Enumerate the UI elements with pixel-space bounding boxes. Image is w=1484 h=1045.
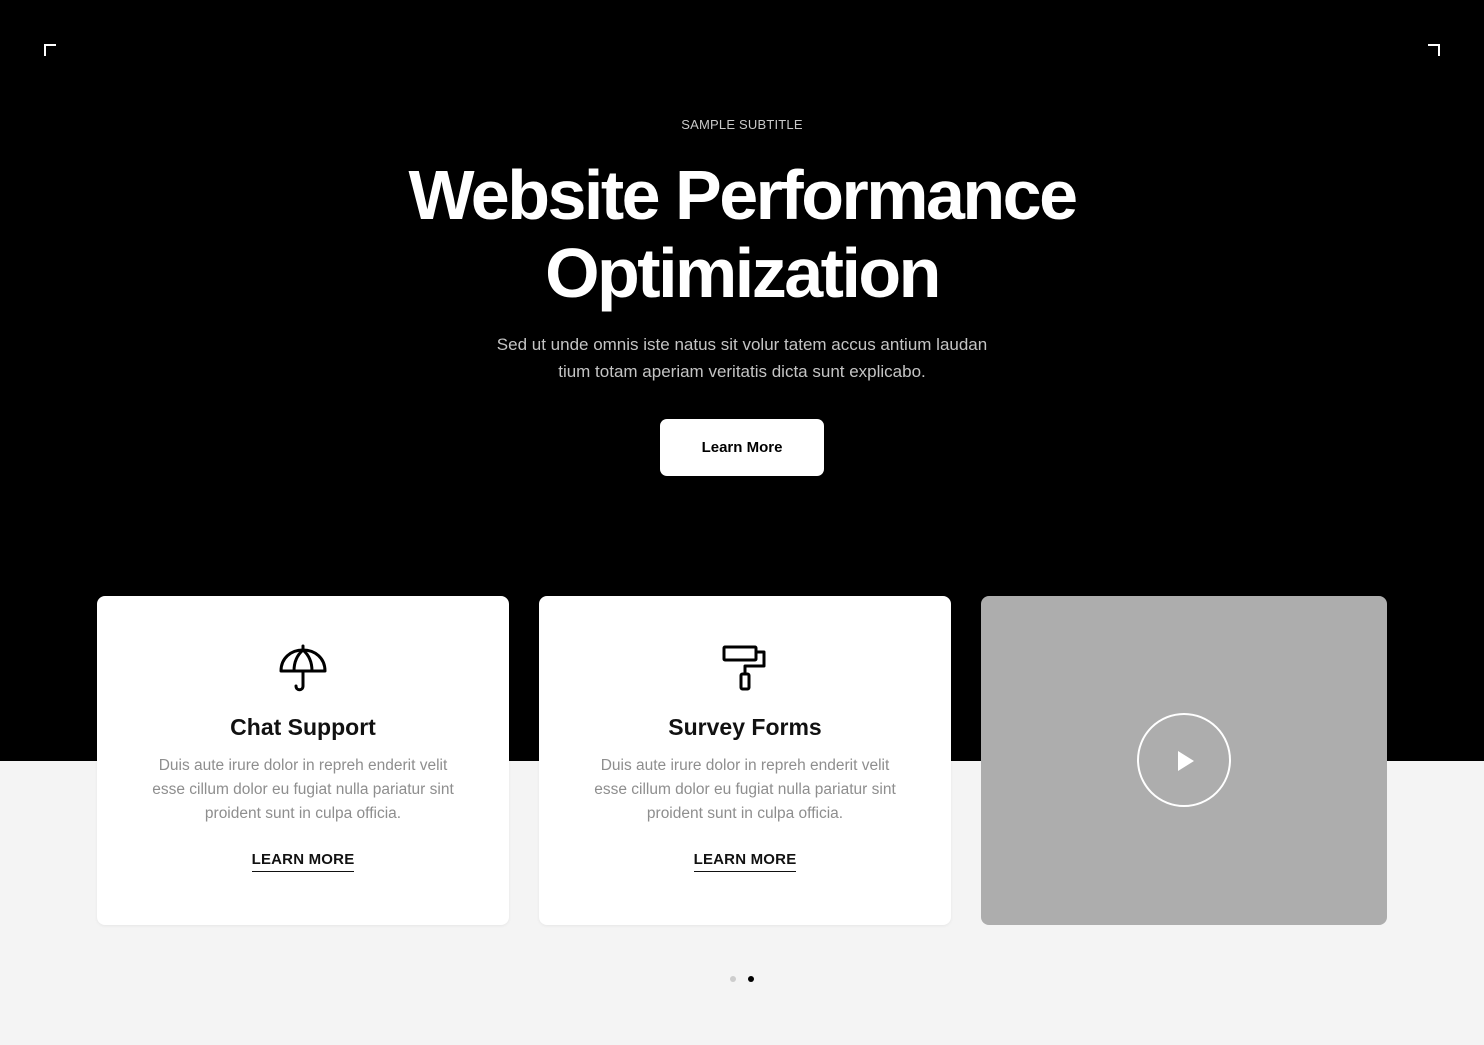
corner-bracket-top-right-icon [1428, 44, 1440, 56]
learn-more-button[interactable]: Learn More [660, 419, 824, 476]
hero-description-line-2: tium totam aperiam veritatis dicta sunt … [558, 362, 926, 381]
hero-description: Sed ut unde omnis iste natus sit volur t… [472, 331, 1012, 385]
carousel-dot-2[interactable] [748, 976, 754, 982]
feature-card-survey-forms: Survey Forms Duis aute irure dolor in re… [539, 596, 951, 925]
learn-more-link[interactable]: LEARN MORE [251, 851, 355, 872]
card-title: Chat Support [230, 714, 376, 740]
card-description: Duis aute irure dolor in repreh enderit … [594, 757, 896, 822]
paint-roller-icon [722, 645, 766, 691]
hero-description-line-1: Sed ut unde omnis iste natus sit volur t… [496, 335, 988, 354]
card-description: Duis aute irure dolor in repreh enderit … [152, 757, 454, 822]
carousel-pagination [0, 976, 1484, 982]
hero-subtitle: SAMPLE SUBTITLE [681, 117, 803, 132]
carousel-dot-1[interactable] [730, 976, 736, 982]
hero-title-line-2: Optimization [545, 234, 941, 312]
page: SAMPLE SUBTITLE Website Performance Opti… [0, 0, 1484, 1045]
video-card [981, 596, 1387, 925]
card-link-wrapper: LEARN MORE [97, 851, 509, 872]
card-title: Survey Forms [668, 714, 822, 740]
card-link-wrapper: LEARN MORE [539, 851, 951, 872]
play-video-button[interactable] [1137, 713, 1231, 807]
corner-bracket-top-left-icon [44, 44, 56, 56]
hero-title: Website Performance Optimization [0, 156, 1484, 312]
umbrella-icon [279, 644, 327, 692]
learn-more-link[interactable]: LEARN MORE [693, 851, 797, 872]
feature-card-chat-support: Chat Support Duis aute irure dolor in re… [97, 596, 509, 925]
play-icon [1178, 751, 1194, 771]
hero-title-line-1: Website Performance [408, 156, 1078, 234]
